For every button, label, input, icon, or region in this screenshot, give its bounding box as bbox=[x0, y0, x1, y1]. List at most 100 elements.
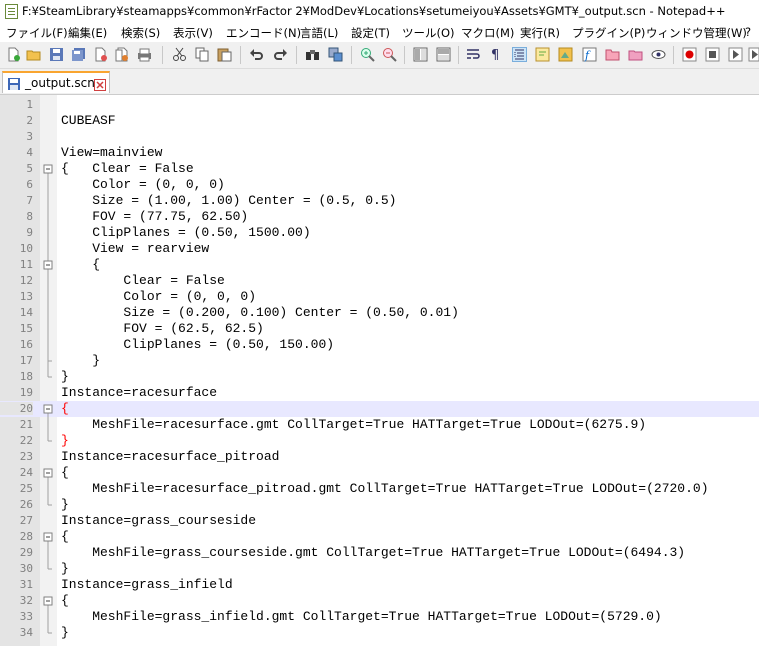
editor-area[interactable]: 1 2 CUBEASF 3 4 View=mainview 5{ Clear = False… bbox=[0, 94, 759, 646]
menu-settings[interactable]: 設定(T) bbox=[351, 25, 390, 41]
show-all-chars-icon[interactable]: ¶ bbox=[488, 47, 503, 62]
copy-icon[interactable] bbox=[195, 47, 210, 62]
title-bar: F:¥SteamLibrary¥steamapps¥common¥rFactor… bbox=[0, 0, 759, 22]
menu-tools[interactable]: ツール(O) bbox=[402, 25, 455, 41]
code-line[interactable]: 7 Size = (1.00, 1.00) Center = (0.5, 0.5… bbox=[0, 193, 759, 209]
code-text: Instance=grass_courseside bbox=[61, 513, 257, 528]
menu-view[interactable]: 表示(V) bbox=[173, 25, 213, 41]
play-macro-icon[interactable] bbox=[728, 47, 743, 62]
menu-window[interactable]: ウィンドウ管理(W) bbox=[646, 25, 747, 41]
code-line[interactable]: 2 CUBEASF bbox=[0, 113, 759, 129]
replace-icon[interactable] bbox=[328, 47, 343, 62]
code-line[interactable]: 19 Instance=racesurface bbox=[0, 385, 759, 401]
code-line[interactable]: 25 MeshFile=racesurface_pitroad.gmt Coll… bbox=[0, 481, 759, 497]
code-line[interactable]: 24{ bbox=[0, 465, 759, 481]
menu-run[interactable]: 実行(R) bbox=[520, 25, 560, 41]
code-line[interactable]: 33 MeshFile=grass_infield.gmt CollTarget… bbox=[0, 609, 759, 625]
print-icon[interactable] bbox=[137, 47, 152, 62]
cut-icon[interactable] bbox=[172, 47, 187, 62]
folder-icon[interactable] bbox=[628, 47, 643, 62]
svg-text:¶: ¶ bbox=[491, 48, 499, 62]
code-line[interactable]: 34} bbox=[0, 625, 759, 641]
code-line[interactable]: 4 View=mainview bbox=[0, 145, 759, 161]
code-line[interactable]: 6 Color = (0, 0, 0) bbox=[0, 177, 759, 193]
close-icon[interactable] bbox=[93, 47, 108, 62]
code-text: MeshFile=racesurface_pitroad.gmt CollTar… bbox=[61, 481, 709, 496]
paste-icon[interactable] bbox=[217, 47, 232, 62]
save-icon bbox=[7, 76, 21, 90]
folder-workspace-icon[interactable] bbox=[605, 47, 620, 62]
code-text: CUBEASF bbox=[61, 113, 116, 128]
code-text: MeshFile=grass_courseside.gmt CollTarget… bbox=[61, 545, 686, 560]
zoom-in-icon[interactable] bbox=[360, 47, 375, 62]
close-all-icon[interactable] bbox=[114, 47, 129, 62]
code-line[interactable]: 26} bbox=[0, 497, 759, 513]
stop-record-icon[interactable] bbox=[705, 47, 720, 62]
sync-vertical-icon[interactable] bbox=[413, 47, 428, 62]
code-text: } bbox=[61, 561, 69, 576]
code-line[interactable]: 32{ bbox=[0, 593, 759, 609]
code-line[interactable]: 13 Color = (0, 0, 0) bbox=[0, 289, 759, 305]
code-line[interactable]: 10 View = rearview bbox=[0, 241, 759, 257]
indent-guide-icon[interactable] bbox=[512, 47, 527, 62]
code-line[interactable]: 18} bbox=[0, 369, 759, 385]
code-text: View = rearview bbox=[61, 241, 210, 256]
code-line[interactable]: 31 Instance=grass_infield bbox=[0, 577, 759, 593]
menu-macro[interactable]: マクロ(M) bbox=[461, 25, 514, 41]
function-list-icon[interactable]: f bbox=[582, 47, 597, 62]
menu-encoding[interactable]: エンコード(N) bbox=[226, 25, 301, 41]
redo-icon[interactable] bbox=[273, 47, 288, 62]
menu-search[interactable]: 検索(S) bbox=[121, 25, 160, 41]
code-line[interactable]: 22} bbox=[0, 433, 759, 449]
doc-map-icon[interactable] bbox=[558, 47, 573, 62]
menu-language[interactable]: 言語(L) bbox=[300, 25, 338, 41]
code-text: { bbox=[61, 257, 101, 272]
code-line[interactable]: 15 FOV = (62.5, 62.5) bbox=[0, 321, 759, 337]
new-file-icon[interactable] bbox=[6, 47, 21, 62]
code-line[interactable]: 14 Size = (0.200, 0.100) Center = (0.50,… bbox=[0, 305, 759, 321]
code-line[interactable]: 8 FOV = (77.75, 62.50) bbox=[0, 209, 759, 225]
code-line[interactable]: 17 } bbox=[0, 353, 759, 369]
tab-output-scn[interactable]: _output.scn bbox=[2, 71, 110, 93]
code-line[interactable]: 21 MeshFile=racesurface.gmt CollTarget=T… bbox=[0, 417, 759, 433]
code-line[interactable]: 12 Clear = False bbox=[0, 273, 759, 289]
undo-icon[interactable] bbox=[249, 47, 264, 62]
lang-define-icon[interactable] bbox=[535, 47, 550, 62]
code-line[interactable]: 23 Instance=racesurface_pitroad bbox=[0, 449, 759, 465]
code-line[interactable]: 3 bbox=[0, 129, 759, 145]
zoom-out-icon[interactable] bbox=[382, 47, 397, 62]
record-macro-icon[interactable] bbox=[682, 47, 697, 62]
menu-help[interactable]: ? bbox=[745, 25, 751, 39]
code-line[interactable]: 16 ClipPlanes = (0.50, 150.00) bbox=[0, 337, 759, 353]
save-icon[interactable] bbox=[49, 47, 64, 62]
monitor-icon[interactable] bbox=[651, 47, 666, 62]
code-text: MeshFile=grass_infield.gmt CollTarget=Tr… bbox=[61, 609, 662, 624]
menu-plugins[interactable]: プラグイン(P) bbox=[572, 25, 645, 41]
code-line[interactable]: 27 Instance=grass_courseside bbox=[0, 513, 759, 529]
sync-horizontal-icon[interactable] bbox=[436, 47, 451, 62]
play-multiple-icon[interactable] bbox=[748, 47, 759, 62]
code-line[interactable]: 28{ bbox=[0, 529, 759, 545]
code-text: { bbox=[61, 529, 69, 544]
code-text: Instance=racesurface bbox=[61, 385, 218, 400]
word-wrap-icon[interactable] bbox=[466, 47, 481, 62]
code-text: ClipPlanes = (0.50, 1500.00) bbox=[61, 225, 311, 240]
code-line[interactable]: 5{ Clear = False bbox=[0, 161, 759, 177]
code-text: { bbox=[61, 465, 69, 480]
close-tab-icon[interactable] bbox=[94, 76, 106, 91]
code-line[interactable]: 11 { bbox=[0, 257, 759, 273]
menu-edit[interactable]: 編集(E) bbox=[68, 25, 107, 41]
code-text: Instance=racesurface_pitroad bbox=[61, 449, 280, 464]
code-line[interactable]: 20{ bbox=[0, 401, 759, 417]
open-file-icon[interactable] bbox=[26, 47, 41, 62]
find-icon[interactable] bbox=[305, 47, 320, 62]
code-text: ClipPlanes = (0.50, 150.00) bbox=[61, 337, 335, 352]
code-line[interactable]: 29 MeshFile=grass_courseside.gmt CollTar… bbox=[0, 545, 759, 561]
code-line[interactable]: 9 ClipPlanes = (0.50, 1500.00) bbox=[0, 225, 759, 241]
code-line[interactable]: 1 bbox=[0, 97, 759, 113]
menu-file[interactable]: ファイル(F) bbox=[6, 25, 68, 41]
save-all-icon[interactable] bbox=[71, 47, 86, 62]
code-text: { Clear = False bbox=[61, 161, 194, 176]
fold-markers bbox=[43, 164, 53, 634]
code-line[interactable]: 30} bbox=[0, 561, 759, 577]
